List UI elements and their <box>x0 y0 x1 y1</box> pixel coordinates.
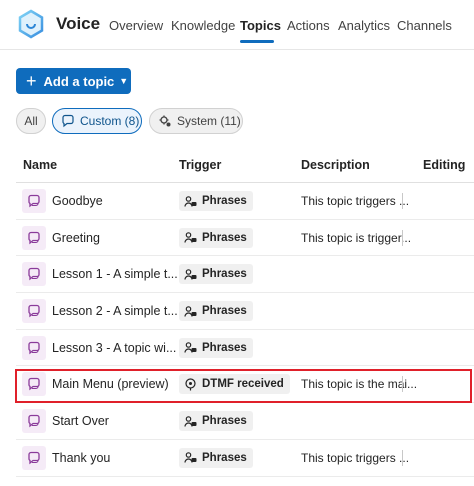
person-chat-icon <box>184 341 202 354</box>
topic-name[interactable]: Lesson 2 - A simple t... <box>52 304 178 318</box>
person-chat-icon <box>184 305 202 318</box>
app-title: Voice <box>56 14 101 33</box>
copilot-studio-logo-icon <box>18 9 44 39</box>
chat-bubble-icon <box>22 262 46 287</box>
tab-topics[interactable]: Topics <box>240 18 281 33</box>
chat-bubble-icon <box>22 225 46 250</box>
gear-chat-icon <box>159 115 171 127</box>
column-divider <box>402 449 403 466</box>
trigger-badge: Phrases <box>179 264 253 285</box>
trigger-badge: DTMF received <box>179 374 290 395</box>
chat-bubble-icon <box>22 189 46 213</box>
table-row[interactable]: Lesson 2 - A simple t... Phrases <box>16 293 474 330</box>
add-topic-label: Add a topic <box>43 73 115 89</box>
column-divider <box>402 376 403 393</box>
chat-bubble-icon <box>22 445 46 470</box>
person-chat-icon <box>184 195 202 208</box>
topic-description: This topic is trigger... <box>301 230 412 245</box>
chevron-down-icon: ▼ <box>119 76 129 86</box>
chat-bubble-icon <box>22 299 46 324</box>
tab-actions[interactable]: Actions <box>287 18 330 33</box>
chat-bubble-icon <box>22 372 46 397</box>
filter-custom-label: Custom (8) <box>80 114 140 128</box>
trigger-label: Phrases <box>202 341 247 354</box>
table-row[interactable]: Thank you Phrases This topic triggers ... <box>16 440 474 477</box>
chat-bubble-icon <box>22 335 46 360</box>
trigger-label: Phrases <box>202 195 247 207</box>
table-header: Name Trigger Description Editing <box>16 147 474 183</box>
topic-name[interactable]: Greeting <box>52 231 100 245</box>
filter-all[interactable]: All <box>16 108 46 134</box>
table-row[interactable]: Lesson 3 - A topic wi... Phrases <box>16 330 474 367</box>
top-nav-bar: Voice Overview Knowledge Topics Actions … <box>0 0 474 50</box>
trigger-label: Phrases <box>202 451 247 464</box>
person-chat-icon <box>184 415 202 428</box>
trigger-badge: Phrases <box>179 301 253 322</box>
topics-table: Name Trigger Description Editing Goodbye… <box>16 147 474 477</box>
topic-description: This topic triggers ... <box>301 450 410 465</box>
trigger-label: Phrases <box>202 231 247 244</box>
table-row[interactable]: Goodbye Phrases This topic triggers ... <box>16 183 474 220</box>
trigger-label: Phrases <box>202 305 247 318</box>
topic-description: This topic triggers ... <box>301 194 410 208</box>
person-chat-icon <box>184 231 202 244</box>
tab-overview[interactable]: Overview <box>109 18 163 33</box>
table-row[interactable]: Main Menu (preview) DTMF received This top… <box>16 366 474 404</box>
topic-name[interactable]: Start Over <box>52 414 109 428</box>
trigger-badge: Phrases <box>179 337 253 358</box>
column-header-name[interactable]: Name <box>23 158 57 172</box>
table-row[interactable]: Greeting Phrases This topic is trigger... <box>16 220 474 257</box>
topic-name[interactable]: Lesson 3 - A topic wi... <box>52 341 176 355</box>
column-divider <box>402 229 403 246</box>
filter-system[interactable]: System (11) <box>149 108 243 134</box>
keypad-icon <box>184 378 202 391</box>
filter-all-label: All <box>24 114 38 128</box>
trigger-badge: Phrases <box>179 411 253 432</box>
topic-name[interactable]: Goodbye <box>52 194 103 208</box>
tab-analytics[interactable]: Analytics <box>338 18 390 33</box>
trigger-badge: Phrases <box>179 447 253 468</box>
column-header-editing[interactable]: Editing <box>423 158 465 172</box>
topic-name[interactable]: Lesson 1 - A simple t... <box>52 267 178 281</box>
trigger-badge: Phrases <box>179 227 253 248</box>
topic-name[interactable]: Main Menu (preview) <box>52 377 169 391</box>
tab-channels[interactable]: Channels <box>397 18 452 33</box>
chat-bubble-icon <box>62 114 74 128</box>
trigger-label: Phrases <box>202 268 247 281</box>
table-row[interactable]: Start Over Phrases <box>16 403 474 440</box>
plus-icon: + <box>26 71 37 91</box>
column-header-trigger[interactable]: Trigger <box>179 158 221 172</box>
tab-knowledge[interactable]: Knowledge <box>171 18 235 33</box>
trigger-badge: Phrases <box>179 191 253 211</box>
column-divider <box>402 193 403 209</box>
person-chat-icon <box>184 451 202 464</box>
chat-bubble-icon <box>22 409 46 434</box>
trigger-label: DTMF received <box>202 378 284 391</box>
filter-system-label: System (11) <box>177 114 241 128</box>
filter-custom[interactable]: Custom (8) <box>52 108 142 134</box>
person-chat-icon <box>184 268 202 281</box>
column-header-description[interactable]: Description <box>301 158 370 172</box>
topic-description: This topic is the mai... <box>301 377 418 392</box>
add-topic-button[interactable]: + Add a topic ▼ <box>16 68 131 94</box>
topic-name[interactable]: Thank you <box>52 451 110 465</box>
table-row[interactable]: Lesson 1 - A simple t... Phrases <box>16 256 474 294</box>
active-tab-indicator <box>240 40 274 43</box>
trigger-label: Phrases <box>202 415 247 428</box>
